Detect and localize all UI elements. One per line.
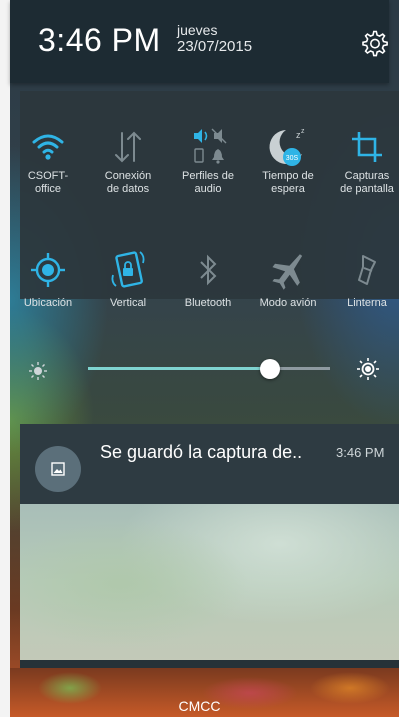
notification-time: 3:46 PM bbox=[336, 445, 385, 460]
brightness-slider-fill bbox=[88, 367, 270, 370]
tile-sleep-timeout[interactable]: z z 30S Tiempo de espera bbox=[248, 124, 328, 196]
tile-label: Ubicación bbox=[23, 297, 73, 309]
tile-label: Bluetooth bbox=[184, 297, 232, 309]
tile-orientation[interactable]: Vertical bbox=[88, 247, 168, 310]
screenshot-preview-image[interactable] bbox=[20, 504, 399, 660]
sleep-badge: 30S bbox=[286, 155, 299, 162]
rotation-lock-icon bbox=[111, 251, 145, 288]
notification-app-icon bbox=[35, 446, 81, 492]
tile-screenshot[interactable]: Capturas de pantalla bbox=[329, 124, 399, 196]
brightness-slider-track[interactable] bbox=[88, 367, 330, 370]
data-arrows-icon bbox=[115, 131, 141, 163]
tile-label: CSOFT- bbox=[27, 170, 69, 182]
weekday: jueves bbox=[177, 22, 218, 38]
date[interactable]: 23/07/2015 bbox=[177, 38, 252, 55]
wifi-icon bbox=[32, 134, 64, 160]
tile-label: audio bbox=[194, 183, 222, 195]
tile-label: de datos bbox=[106, 183, 150, 195]
tile-wifi[interactable]: CSOFT- office bbox=[8, 124, 88, 196]
tile-label: Perfiles de bbox=[182, 170, 234, 182]
carrier-label: CMCC bbox=[178, 698, 221, 714]
tile-label: Conexión bbox=[104, 170, 152, 182]
crop-icon bbox=[352, 132, 382, 162]
airplane-icon bbox=[272, 254, 303, 290]
tile-location[interactable]: Ubicación bbox=[8, 247, 88, 310]
tile-audio-profiles[interactable]: Perfiles de audio bbox=[168, 124, 248, 196]
brightness-low-icon bbox=[29, 362, 47, 380]
audio-profiles-icon bbox=[194, 128, 227, 164]
tile-label: Modo avión bbox=[259, 297, 317, 309]
tile-label: espera bbox=[271, 183, 305, 195]
tile-label: Vertical bbox=[109, 297, 147, 309]
location-icon bbox=[31, 253, 65, 287]
tile-bluetooth[interactable]: Bluetooth bbox=[168, 247, 248, 310]
status-header: 3:46 PM jueves 23/07/2015 bbox=[10, 0, 389, 83]
svg-text:z: z bbox=[301, 128, 305, 135]
bluetooth-icon bbox=[200, 254, 217, 286]
flashlight-icon bbox=[358, 255, 376, 285]
sleep-moon-icon: z z 30S bbox=[269, 128, 305, 166]
settings-button[interactable] bbox=[359, 28, 391, 60]
image-icon bbox=[51, 462, 65, 476]
tile-label: Tiempo de bbox=[262, 170, 314, 182]
tile-airplane-mode[interactable]: Modo avión bbox=[248, 247, 328, 310]
gear-icon bbox=[362, 30, 388, 57]
tile-mobile-data[interactable]: Conexión de datos bbox=[88, 124, 168, 196]
tile-label: de pantalla bbox=[340, 183, 394, 195]
notification-title: Se guardó la captura de.. bbox=[100, 442, 303, 462]
tile-label: office bbox=[34, 183, 62, 195]
notification-bottom-bar bbox=[20, 660, 399, 668]
tile-label: Linterna bbox=[347, 297, 387, 309]
brightness-slider-thumb[interactable] bbox=[259, 359, 280, 379]
brightness-high-icon bbox=[357, 358, 379, 380]
clock[interactable]: 3:46 PM bbox=[38, 22, 161, 59]
screenshot-notification[interactable]: Se guardó la captura de.. 3:46 PM bbox=[20, 424, 399, 504]
tile-flashlight[interactable]: Linterna bbox=[329, 247, 399, 310]
tile-label: Capturas bbox=[344, 170, 390, 182]
